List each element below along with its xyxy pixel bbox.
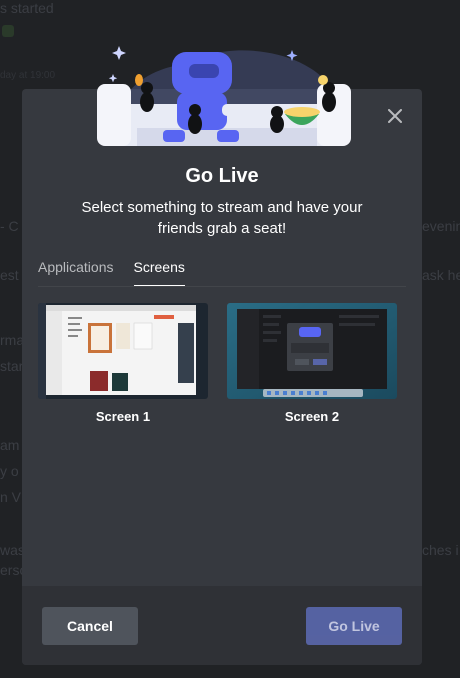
bg-text: est (0, 267, 19, 283)
bg-text: - C (0, 218, 19, 234)
go-live-illustration (97, 46, 351, 146)
close-button[interactable] (384, 105, 406, 127)
bg-text: y o (0, 463, 19, 479)
tab-screens[interactable]: Screens (133, 259, 185, 287)
screen-1-label: Screen 1 (95, 409, 151, 424)
modal-subtitle: Select something to stream and have your… (81, 199, 363, 237)
bg-text: star (0, 358, 24, 374)
tabs-divider (38, 286, 406, 287)
bg-reaction (2, 25, 14, 37)
close-icon (388, 109, 402, 123)
bg-text: ask he (422, 267, 460, 283)
screen-2-label: Screen 2 (284, 409, 340, 424)
screen-option-1[interactable]: Screen 1 (38, 303, 208, 424)
go-live-modal: Go Live Select something to stream and h… (22, 46, 422, 665)
bg-text: am (0, 437, 20, 453)
bg-text: ches i (422, 542, 459, 558)
source-tabs: Applications Screens (38, 259, 205, 287)
cancel-button[interactable]: Cancel (42, 607, 138, 645)
bg-text: evening (422, 218, 460, 234)
tab-applications[interactable]: Applications (38, 259, 114, 287)
screen-option-2[interactable]: Screen 2 (227, 303, 397, 424)
bg-timestamp: day at 19:00 (0, 70, 56, 81)
bg-text: n V (0, 489, 22, 505)
modal-title: Go Live (185, 165, 259, 187)
screen-1-thumbnail (38, 303, 208, 399)
bg-text: s started (0, 0, 54, 16)
screen-2-thumbnail (227, 303, 397, 399)
modal-footer: Cancel Go Live (22, 586, 422, 665)
go-live-button[interactable]: Go Live (306, 607, 402, 645)
bg-text: rma (0, 332, 25, 348)
